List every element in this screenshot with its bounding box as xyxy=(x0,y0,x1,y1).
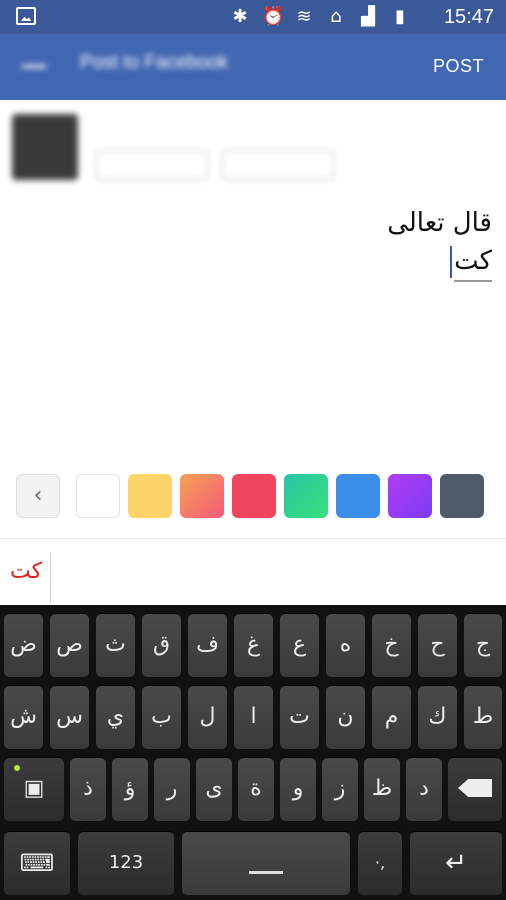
space-key[interactable] xyxy=(182,831,350,895)
color-swatch-teal[interactable] xyxy=(284,474,328,518)
composer-line-2-text: كت xyxy=(454,246,492,276)
suggestion-bar: كت xyxy=(0,539,506,605)
key[interactable]: ا xyxy=(234,685,273,749)
avatar xyxy=(12,114,78,180)
backspace-icon xyxy=(458,779,492,797)
post-button[interactable]: POST xyxy=(433,56,484,77)
color-swatch-slate[interactable] xyxy=(440,474,484,518)
key[interactable]: ل xyxy=(188,685,227,749)
keyboard-settings-key[interactable]: ▣ xyxy=(4,757,64,821)
color-swatch-orange[interactable] xyxy=(180,474,224,518)
color-swatch-blue[interactable] xyxy=(336,474,380,518)
alarm-icon: ⏰ xyxy=(262,6,285,27)
key[interactable]: ث xyxy=(96,613,135,677)
enter-key[interactable]: ↵ xyxy=(410,831,502,895)
gallery-notification-icon xyxy=(16,7,36,25)
space-icon xyxy=(249,871,283,874)
battery-icon: ▮ xyxy=(395,6,405,27)
color-swatch-purple[interactable] xyxy=(388,474,432,518)
key[interactable]: خ xyxy=(372,613,411,677)
album-chip[interactable] xyxy=(222,150,334,180)
status-time: 15:47 xyxy=(443,6,494,28)
key[interactable]: ق xyxy=(142,613,181,677)
app-bar: Post to Facebook POST xyxy=(0,34,506,100)
bluetooth-icon: ✱ xyxy=(232,6,248,27)
key[interactable]: م xyxy=(372,685,411,749)
punctuation-key[interactable]: ·, xyxy=(358,831,402,895)
wifi-icon: ≋ xyxy=(296,6,312,27)
color-swatch-yellow[interactable] xyxy=(128,474,172,518)
key[interactable]: ؤ xyxy=(112,757,148,821)
color-swatch-red[interactable] xyxy=(232,474,276,518)
key[interactable]: ظ xyxy=(364,757,400,821)
back-arrow-icon[interactable] xyxy=(20,52,48,80)
text-cursor xyxy=(450,246,453,278)
key[interactable]: ص xyxy=(50,613,89,677)
keyboard: ض ص ث ق ف غ ع ه خ ح ج ش س ي ب ل ا ت ن م … xyxy=(0,605,506,900)
color-swatch-white[interactable] xyxy=(76,474,120,518)
signal-icon: ▟ xyxy=(361,6,375,27)
keyboard-switch-key[interactable]: ⌨ xyxy=(4,831,70,895)
suggestion-word[interactable]: كت xyxy=(10,559,42,584)
key[interactable]: ع xyxy=(280,613,319,677)
key[interactable]: ط xyxy=(464,685,502,749)
key[interactable]: ب xyxy=(142,685,181,749)
key[interactable]: ن xyxy=(326,685,365,749)
backspace-key[interactable] xyxy=(448,757,502,821)
key[interactable]: د xyxy=(406,757,442,821)
key[interactable]: ف xyxy=(188,613,227,677)
key[interactable]: ذ xyxy=(70,757,106,821)
key[interactable]: ر xyxy=(154,757,190,821)
key[interactable]: ة xyxy=(238,757,274,821)
composer-line-2: كت xyxy=(450,242,492,282)
numbers-key[interactable]: 123 xyxy=(78,831,174,895)
color-picker-back-button[interactable]: ‹ xyxy=(16,474,60,518)
key[interactable]: س xyxy=(50,685,89,749)
key[interactable]: ض xyxy=(4,613,43,677)
key[interactable]: ي xyxy=(96,685,135,749)
key[interactable]: ز xyxy=(322,757,358,821)
audience-chip[interactable] xyxy=(96,150,208,180)
key[interactable]: و xyxy=(280,757,316,821)
keyboard-icon: ⌨ xyxy=(19,849,55,877)
enter-icon: ↵ xyxy=(445,848,467,878)
key[interactable]: غ xyxy=(234,613,273,677)
app-bar-title: Post to Facebook xyxy=(80,52,228,73)
keyboard-layout-icon: ▣ xyxy=(23,776,45,801)
background-color-picker: ‹ xyxy=(0,474,506,526)
key[interactable]: ش xyxy=(4,685,43,749)
key[interactable]: ت xyxy=(280,685,319,749)
suggestion-separator xyxy=(50,553,51,603)
composer-line-1: قال تعالى xyxy=(387,208,492,238)
status-bar: ✱ ⏰ ≋ ⌂ ▟ ▮ 15:47 xyxy=(0,0,506,34)
indicator-dot-icon xyxy=(14,765,20,771)
post-composer[interactable]: قال تعالى كت xyxy=(387,204,492,282)
profile-header xyxy=(0,100,340,192)
key[interactable]: ه xyxy=(326,613,365,677)
home-icon: ⌂ xyxy=(330,6,342,27)
key[interactable]: ى xyxy=(196,757,232,821)
status-icons: ✱ ⏰ ≋ ⌂ ▟ ▮ xyxy=(230,6,410,28)
key[interactable]: ج xyxy=(464,613,502,677)
key[interactable]: ح xyxy=(418,613,457,677)
key[interactable]: ك xyxy=(418,685,457,749)
